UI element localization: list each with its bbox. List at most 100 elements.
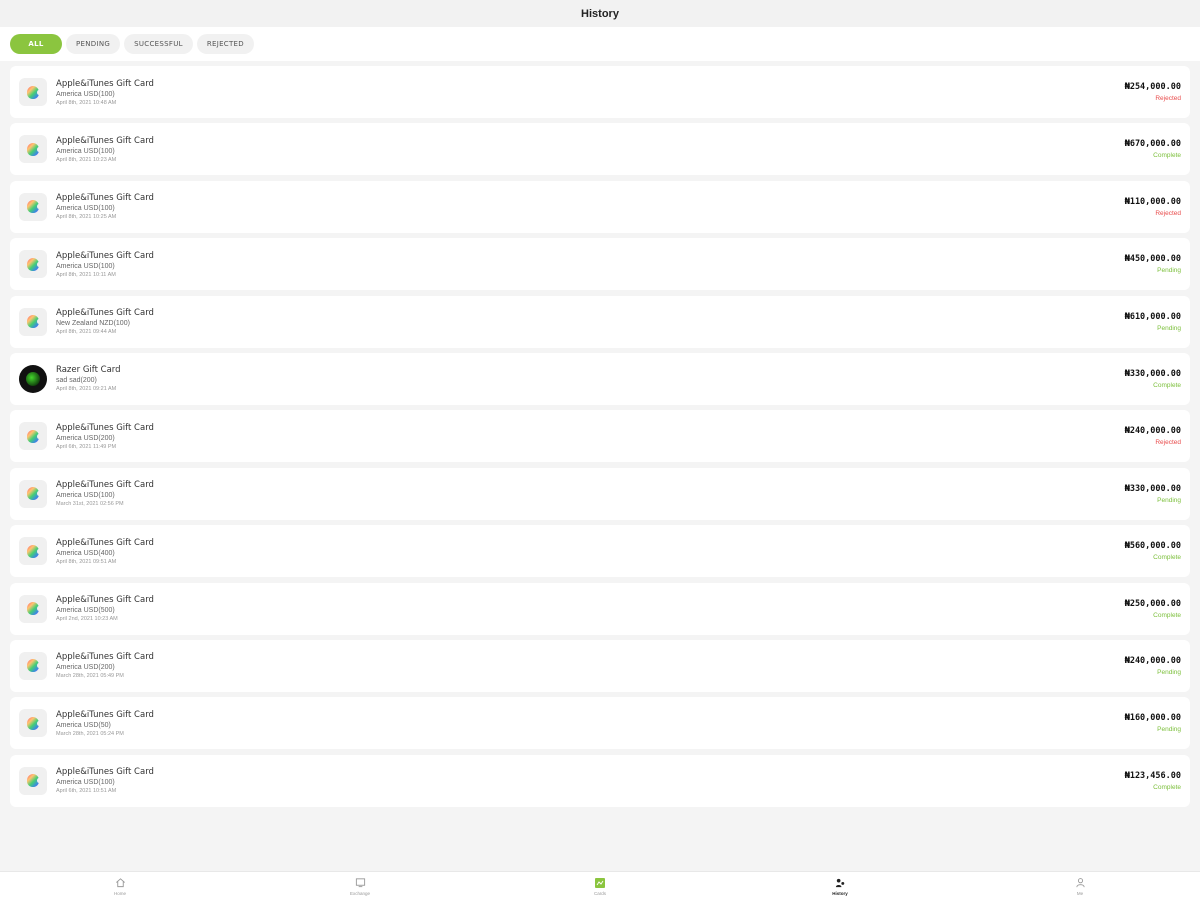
- card-denomination: New Zealand NZD(100): [56, 320, 130, 328]
- status-badge: Pending: [1157, 496, 1181, 504]
- card-denomination: America USD(100): [56, 147, 115, 155]
- transaction-amount: ₦330,000.00: [1124, 483, 1181, 494]
- transaction-row[interactable]: Apple&iTunes Gift Card America USD(100) Ap…: [10, 123, 1190, 176]
- card-name: Apple&iTunes Gift Card: [56, 709, 154, 720]
- status-badge: Complete: [1153, 554, 1181, 562]
- apple-icon: [19, 651, 47, 680]
- card-denomination: America USD(200): [56, 434, 115, 442]
- card-denomination: America USD(100): [56, 492, 115, 500]
- card-name: Apple&iTunes Gift Card: [56, 767, 154, 778]
- transaction-row[interactable]: Apple&iTunes Gift Card America USD(50) Mar…: [10, 697, 1190, 750]
- transaction-summary: ₦240,000.00 Rejected: [1125, 426, 1181, 446]
- apple-icon: [19, 709, 47, 738]
- transaction-info: Razer Gift Card sad sad(200) April 8th, 20…: [56, 365, 121, 392]
- transaction-info: Apple&iTunes Gift Card America USD(50) Mar…: [56, 710, 154, 737]
- transaction-summary: ₦670,000.00 Complete: [1125, 139, 1181, 159]
- card-brand-logo: [27, 659, 41, 673]
- filter-chip-all[interactable]: ALL: [10, 34, 62, 54]
- transaction-row[interactable]: Apple&iTunes Gift Card America USD(100) Ap…: [10, 180, 1190, 233]
- status-badge: Pending: [1157, 324, 1181, 332]
- apple-icon: [19, 78, 47, 106]
- transaction-amount: ₦110,000.00: [1124, 196, 1181, 207]
- card-name: Apple&iTunes Gift Card: [56, 250, 154, 261]
- transaction-amount: ₦160,000.00: [1124, 713, 1181, 724]
- transaction-date: April 8th, 2021 09:44 AM: [56, 329, 117, 336]
- transaction-summary: ₦240,000.00 Pending: [1125, 656, 1181, 676]
- card-denomination: America USD(100): [56, 90, 115, 98]
- transaction-row[interactable]: Apple&iTunes Gift Card America USD(100) Ap…: [10, 754, 1190, 807]
- tab-home[interactable]: Home: [0, 872, 240, 900]
- transaction-amount: ₦254,000.00: [1124, 82, 1181, 92]
- transaction-date: April 2nd, 2021 10:23 AM: [56, 616, 118, 623]
- card-brand-logo: [26, 371, 40, 386]
- transaction-row[interactable]: Apple&iTunes Gift Card America USD(500) Ap…: [10, 582, 1190, 635]
- transaction-date: March 28th, 2021 05:49 PM: [56, 673, 124, 680]
- status-badge: Rejected: [1155, 95, 1181, 102]
- filter-chip-rejected[interactable]: REJECTED: [196, 34, 254, 54]
- tab-cards[interactable]: Cards: [480, 872, 720, 900]
- tab-label: Exchange: [349, 890, 370, 896]
- card-name: Apple&iTunes Gift Card: [56, 595, 154, 606]
- apple-icon: [19, 307, 47, 336]
- card-brand-logo: [27, 315, 41, 329]
- card-name: Apple&iTunes Gift Card: [56, 480, 154, 491]
- transaction-row[interactable]: Apple&iTunes Gift Card America USD(100) Ma…: [10, 467, 1190, 520]
- apple-icon: [19, 250, 47, 279]
- transaction-date: March 31st, 2021 02:56 PM: [56, 501, 124, 508]
- transaction-info: Apple&iTunes Gift Card America USD(100) Ap…: [56, 79, 154, 106]
- card-brand-logo: [27, 257, 41, 271]
- transaction-date: April 6th, 2021 10:51 AM: [56, 788, 117, 795]
- card-name: Apple&iTunes Gift Card: [56, 193, 154, 204]
- card-brand-logo: [27, 200, 41, 214]
- card-brand-logo: [27, 544, 41, 558]
- transaction-row[interactable]: Apple&iTunes Gift Card America USD(400) Ap…: [10, 525, 1190, 578]
- tab-exchange[interactable]: Exchange: [240, 872, 480, 900]
- transaction-amount: ₦670,000.00: [1124, 139, 1181, 150]
- tab-me[interactable]: Me: [960, 872, 1200, 900]
- transaction-info: Apple&iTunes Gift Card America USD(400) Ap…: [56, 538, 154, 565]
- transaction-amount: ₦450,000.00: [1124, 254, 1181, 265]
- transaction-row[interactable]: Apple&iTunes Gift Card New Zealand NZD(10…: [10, 295, 1190, 348]
- transaction-info: Apple&iTunes Gift Card America USD(500) Ap…: [56, 595, 154, 622]
- exchange-icon: [354, 877, 366, 889]
- card-name: Apple&iTunes Gift Card: [56, 537, 154, 548]
- transaction-row[interactable]: Apple&iTunes Gift Card America USD(100) Ap…: [10, 66, 1190, 118]
- status-badge: Pending: [1157, 668, 1181, 676]
- card-denomination: America USD(500): [56, 607, 115, 615]
- transaction-amount: ₦123,456.00: [1124, 770, 1181, 781]
- card-denomination: America USD(100): [56, 262, 115, 270]
- filter-chip-successful[interactable]: SUCCESSFUL: [124, 34, 193, 54]
- transaction-row[interactable]: Razer Gift Card sad sad(200) April 8th, 20…: [10, 352, 1190, 405]
- transaction-amount: ₦560,000.00: [1124, 541, 1181, 552]
- transaction-summary: ₦610,000.00 Pending: [1125, 312, 1181, 332]
- card-name: Apple&iTunes Gift Card: [56, 78, 154, 89]
- card-brand-logo: [27, 142, 41, 156]
- transaction-amount: ₦610,000.00: [1124, 311, 1181, 322]
- card-denomination: America USD(100): [56, 779, 115, 787]
- transaction-info: Apple&iTunes Gift Card America USD(100) Ap…: [56, 767, 154, 794]
- card-denomination: America USD(200): [56, 664, 115, 672]
- transaction-summary: ₦123,456.00 Complete: [1125, 771, 1181, 791]
- transaction-info: Apple&iTunes Gift Card America USD(100) Ma…: [56, 480, 154, 507]
- status-badge: Rejected: [1155, 209, 1181, 217]
- transaction-row[interactable]: Apple&iTunes Gift Card America USD(200) Ma…: [10, 639, 1190, 692]
- filter-chip-pending[interactable]: PENDING: [66, 34, 121, 54]
- tab-history[interactable]: History: [720, 872, 960, 900]
- transaction-date: April 8th, 2021 10:48 AM: [56, 99, 117, 106]
- transaction-row[interactable]: Apple&iTunes Gift Card America USD(200) Ap…: [10, 410, 1190, 463]
- status-badge: Complete: [1153, 783, 1181, 791]
- apple-icon: [19, 537, 47, 566]
- transaction-date: April 6th, 2021 11:49 PM: [56, 443, 117, 450]
- card-denomination: America USD(50): [56, 721, 111, 729]
- transaction-row[interactable]: Apple&iTunes Gift Card America USD(100) Ap…: [10, 238, 1190, 291]
- transaction-date: April 8th, 2021 10:11 AM: [56, 271, 116, 278]
- transaction-summary: ₦560,000.00 Complete: [1125, 541, 1181, 561]
- transaction-date: April 8th, 2021 09:21 AM: [56, 386, 117, 393]
- card-denomination: sad sad(200): [56, 377, 97, 385]
- card-name: Apple&iTunes Gift Card: [56, 652, 154, 663]
- apple-icon: [19, 135, 47, 164]
- tab-label: Cards: [593, 890, 606, 896]
- transaction-date: April 8th, 2021 10:23 AM: [56, 156, 117, 163]
- transaction-summary: ₦250,000.00 Complete: [1125, 599, 1181, 619]
- transaction-summary: ₦450,000.00 Pending: [1125, 254, 1181, 274]
